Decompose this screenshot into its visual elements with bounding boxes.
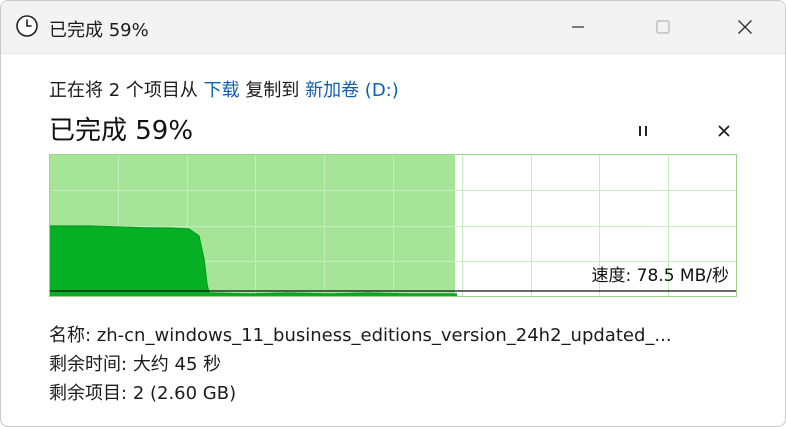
destination-drive-link[interactable]: 新加卷 (D:) — [305, 80, 399, 101]
copy-prefix: 正在将 2 个项目从 — [49, 80, 204, 101]
time-remaining-value: 大约 45 秒 — [132, 354, 222, 375]
pause-button[interactable] — [628, 116, 658, 146]
window-title: 已完成 59% — [49, 20, 149, 41]
title-bar[interactable]: 已完成 59% — [1, 1, 785, 54]
maximize-button[interactable] — [634, 1, 692, 53]
cancel-button[interactable] — [709, 116, 739, 146]
copy-middle: 复制到 — [239, 80, 306, 101]
maximize-icon — [656, 20, 670, 34]
content-area: 正在将 2 个项目从 下载 复制到 新加卷 (D:) 已完成 59% 速度: 7… — [1, 54, 785, 426]
progress-label: 已完成 59% — [49, 116, 194, 146]
copy-description: 正在将 2 个项目从 下载 复制到 新加卷 (D:) — [49, 76, 399, 102]
items-remaining-row: 剩余项目: 2 (2.60 GB) — [49, 379, 236, 405]
speed-readout: 速度: 78.5 MB/秒 — [591, 266, 729, 286]
close-icon — [738, 20, 752, 34]
speed-graph: 速度: 78.5 MB/秒 — [49, 154, 737, 297]
file-name-label: 名称: — [49, 325, 92, 346]
minimize-button[interactable] — [549, 1, 607, 53]
file-name-value: zh-cn_windows_11_business_editions_versi… — [96, 325, 672, 346]
cancel-icon — [718, 125, 730, 137]
copy-progress-window: 已完成 59% 正在将 2 个项目从 下载 复制到 新加卷 (D:) 已完成 5… — [0, 0, 786, 427]
items-remaining-value: 2 (2.60 GB) — [132, 383, 237, 404]
time-remaining-row: 剩余时间: 大约 45 秒 — [49, 350, 221, 376]
close-button[interactable] — [716, 1, 774, 53]
source-folder-link[interactable]: 下载 — [204, 80, 240, 101]
minimize-icon — [572, 26, 584, 28]
file-name-row: 名称: zh-cn_windows_11_business_editions_v… — [49, 321, 672, 347]
time-remaining-label: 剩余时间: — [49, 354, 128, 375]
items-remaining-label: 剩余项目: — [49, 383, 128, 404]
pause-icon — [639, 126, 647, 136]
clock-icon — [15, 14, 39, 38]
